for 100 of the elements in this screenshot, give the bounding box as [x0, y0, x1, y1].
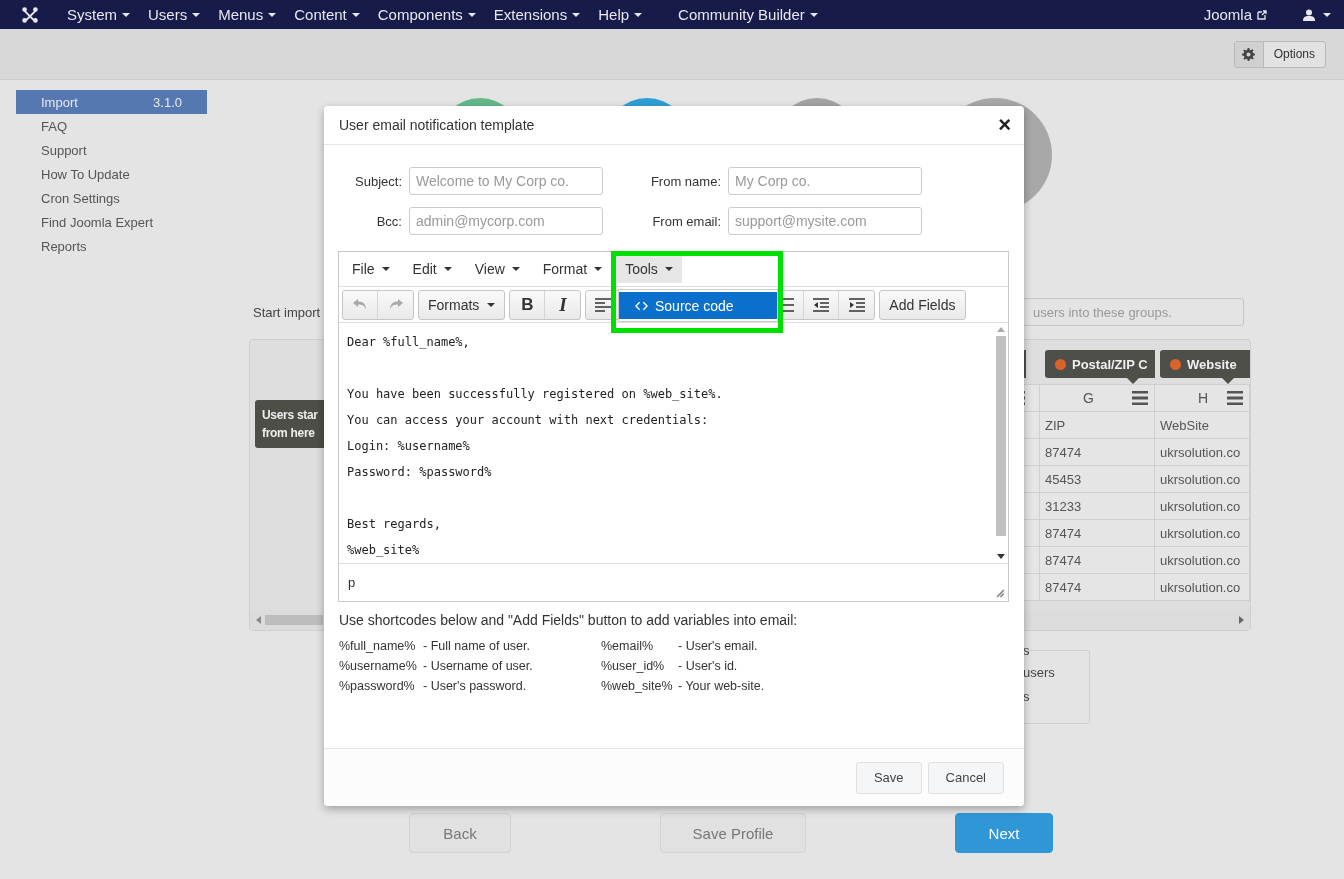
shortcode-description: - Username of user. — [423, 658, 534, 674]
scroll-down-icon — [997, 554, 1005, 559]
editor-menu[interactable]: Edit — [403, 255, 461, 283]
table-cell: 87474 — [1040, 439, 1155, 466]
caret-icon — [443, 267, 452, 271]
tag-pointer — [1127, 378, 1139, 384]
scrollbar-thumb[interactable] — [265, 615, 323, 625]
table-cell: ukrsolution.co — [1155, 520, 1250, 547]
options-button[interactable]: Options — [1233, 40, 1326, 68]
italic-button[interactable]: I — [545, 290, 581, 319]
menu-icon[interactable] — [1132, 391, 1148, 405]
input-field[interactable]: Welcome to My Corp co. — [409, 167, 603, 195]
shortcode-description: - User's password. — [423, 678, 528, 694]
table-cell: WebSite — [1155, 412, 1250, 439]
caret-icon — [634, 12, 643, 17]
scroll-left-icon[interactable] — [256, 616, 261, 624]
editor-menu[interactable]: View — [465, 255, 529, 283]
sidebar-item[interactable]: Import 3.1.0 — [16, 90, 207, 114]
nav-menu[interactable]: Extensions — [484, 0, 590, 29]
sidebar-item[interactable]: Find Joomla Expert — [16, 210, 207, 234]
table-cell: ukrsolution.co — [1155, 439, 1250, 466]
input-field[interactable]: admin@mycorp.com — [409, 207, 603, 235]
column-tag[interactable]: Website — [1160, 350, 1250, 378]
nav-menu[interactable]: Users — [139, 0, 210, 29]
redo-icon — [388, 298, 403, 311]
bold-button[interactable]: B — [510, 290, 546, 319]
groups-field[interactable]: users into these groups. — [1022, 298, 1244, 326]
sidebar-item[interactable]: Cron Settings — [16, 186, 207, 210]
nav-menu[interactable]: System — [58, 0, 139, 29]
editor-menu[interactable]: File — [343, 255, 399, 283]
caret-icon — [487, 302, 496, 307]
caret-icon — [351, 12, 360, 17]
field-label: Bcc: — [375, 213, 402, 229]
column-tag[interactable]: Postal/ZIP C — [1045, 350, 1155, 378]
table-cell: 87474 — [1040, 574, 1155, 601]
table-cell: ukrsolution.co — [1155, 493, 1250, 520]
caret-icon — [381, 267, 390, 271]
field-label: Subject: — [354, 173, 402, 189]
sidebar-item[interactable]: Reports — [16, 234, 207, 258]
gear-icon — [1242, 47, 1256, 61]
table-cell: ukrsolution.co — [1155, 466, 1250, 493]
version-label: 3.1.0 — [153, 94, 182, 110]
close-button[interactable]: × — [994, 114, 1015, 136]
caret-icon — [809, 12, 818, 17]
table-cell: 31233 — [1040, 493, 1155, 520]
input-field[interactable]: My Corp co. — [728, 167, 922, 195]
caret-icon — [192, 12, 201, 17]
code-icon — [635, 300, 648, 311]
modal-title: User email notification template — [339, 117, 535, 133]
resize-grip-icon[interactable] — [996, 589, 1005, 598]
site-link[interactable]: Joomla — [1194, 0, 1276, 29]
scroll-up-icon — [997, 327, 1005, 332]
nav-menu[interactable]: Content — [285, 0, 369, 29]
table-cell: ZIP — [1040, 412, 1155, 439]
menu-item[interactable]: Source code — [619, 292, 777, 319]
nav-menu[interactable]: Help — [589, 0, 652, 29]
shortcode: %email% — [601, 638, 655, 654]
nav-menu[interactable]: Community Builder — [669, 0, 827, 29]
shortcode: %username% — [339, 658, 418, 674]
add-fields-button[interactable]: Add Fields — [880, 290, 965, 319]
wizard-button[interactable]: Save Profile — [660, 813, 806, 853]
editor-menu[interactable]: Tools — [616, 255, 682, 283]
dialog-button[interactable]: Save — [855, 761, 922, 794]
sidebar-item[interactable]: How To Update — [16, 162, 207, 186]
shortcode-description: - Full name of user. — [423, 638, 531, 654]
option-label: users — [1023, 664, 1056, 682]
menu-icon[interactable] — [1227, 391, 1243, 405]
table-cell: 87474 — [1040, 547, 1155, 574]
wizard-button[interactable]: Back — [409, 813, 511, 853]
shortcode: %password% — [339, 678, 416, 694]
shortcode: %web_site% — [601, 678, 674, 694]
sidebar-item[interactable]: FAQ — [16, 114, 207, 138]
shortcode: %full_name% — [339, 638, 417, 654]
caret-icon — [122, 12, 130, 17]
start-import-label: Start import — [253, 304, 321, 320]
nav-menu[interactable]: Menus — [209, 0, 286, 29]
align-left-icon — [595, 297, 612, 312]
nav-menu[interactable]: Components — [368, 0, 485, 29]
option-label: s — [1023, 688, 1031, 706]
scroll-right-icon[interactable] — [1239, 616, 1244, 624]
undo-icon — [353, 298, 367, 311]
column-letter: H — [1198, 390, 1209, 406]
external-link-icon — [1257, 9, 1267, 20]
caret-icon — [467, 12, 476, 17]
tag-pointer — [1222, 378, 1234, 384]
dialog-button[interactable]: Cancel — [927, 761, 1004, 794]
shortcode-description: - User's email. — [678, 638, 759, 654]
sidebar-item[interactable]: Support — [16, 138, 207, 162]
shortcode: %user_id% — [601, 658, 666, 674]
joomla-logo-icon[interactable] — [21, 5, 39, 24]
formats-dropdown[interactable]: Formats — [419, 290, 505, 319]
editor-menu[interactable]: Format — [533, 255, 612, 283]
hint-text: Use shortcodes below and "Add Fields" button to add variables into email: — [339, 612, 798, 628]
field-label: From email: — [651, 213, 721, 229]
caret-icon — [511, 267, 520, 271]
shortcode-description: - User's id. — [678, 658, 739, 674]
table-cell: ukrsolution.co — [1155, 547, 1250, 574]
caret-icon — [664, 267, 673, 271]
element-path: p — [348, 575, 356, 590]
input-field[interactable]: support@mysite.com — [728, 207, 922, 235]
